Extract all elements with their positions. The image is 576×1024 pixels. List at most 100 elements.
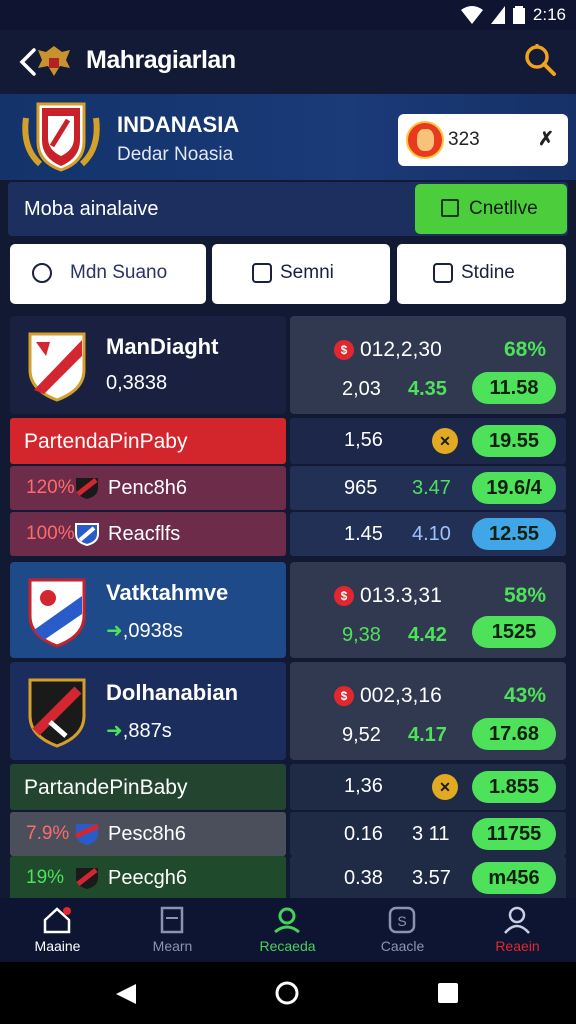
group-section: PartendaPinPaby 1,56 ✕ 19.55 120% Penc8h… bbox=[10, 418, 566, 558]
group-title: PartandePinBaby bbox=[24, 776, 188, 799]
tab-stdine-label: Stdine bbox=[461, 262, 515, 283]
odds-top: $012,2,30 bbox=[334, 338, 442, 362]
search-icon[interactable] bbox=[522, 42, 558, 78]
tab-stdine[interactable]: Stdine bbox=[397, 244, 566, 304]
item-name: Pesc8h6 bbox=[108, 823, 186, 845]
match-row[interactable]: ManDiaght 0,3838 $012,2,30 68% 2,03 4.35… bbox=[10, 316, 566, 414]
odds-row[interactable]: 1,56 ✕ 19.55 bbox=[290, 418, 566, 464]
team-name: INDANASIA bbox=[117, 112, 240, 137]
list-item[interactable]: 100% Reacflfs bbox=[10, 512, 286, 556]
odds-b: 4.35 bbox=[408, 378, 447, 400]
odds-pill[interactable]: 1525 bbox=[472, 616, 556, 648]
item-percent: 7.9% bbox=[26, 823, 70, 844]
currency-icon: $ bbox=[334, 686, 354, 706]
odds-a: 9,38 bbox=[342, 624, 381, 646]
odds-a: 0.16 bbox=[344, 823, 383, 845]
bag-icon bbox=[433, 263, 453, 283]
connect-button-label: Cnetllve bbox=[469, 198, 538, 219]
item-percent: 120% bbox=[26, 477, 75, 498]
nav-home-label: Maaine bbox=[34, 938, 81, 954]
odds-pill: 1.855 bbox=[472, 771, 556, 803]
team-crest-icon bbox=[28, 578, 86, 648]
odds-b: 4.42 bbox=[408, 624, 447, 646]
team-name: ManDiaght bbox=[106, 334, 219, 359]
odds-percent: 68% bbox=[503, 338, 546, 361]
nav-active-label: Recaeda bbox=[259, 938, 316, 954]
nav-profile[interactable]: Reaein bbox=[460, 898, 575, 962]
group-header: PartandePinBaby bbox=[10, 764, 286, 810]
odds-pill[interactable]: 11.58 bbox=[472, 372, 556, 404]
nav-cash[interactable]: S Caacle bbox=[345, 898, 460, 962]
odds-row[interactable]: 0.16 3 11 11755 bbox=[290, 812, 566, 856]
team-card: Dolhanabian ➜,887s bbox=[10, 662, 286, 760]
avatar bbox=[406, 121, 444, 159]
item-percent: 19% bbox=[26, 867, 65, 888]
group-section: PartandePinBaby 1,36 ✕ 1.855 7.9% Pesc8h… bbox=[10, 764, 566, 900]
match-row[interactable]: Dolhanabian ➜,887s $002,3,16 43% 9,52 4.… bbox=[10, 662, 566, 760]
recents-square-icon[interactable] bbox=[438, 983, 458, 1003]
bottom-nav: Maaine Mearn Recaeda S Caacle Reaein bbox=[0, 898, 576, 962]
odds-percent: 43% bbox=[503, 684, 546, 707]
nav-news[interactable]: Mearn bbox=[115, 898, 230, 962]
team-value: 0,3838 bbox=[106, 372, 168, 394]
odds-pill: 19.6/4 bbox=[472, 472, 556, 504]
odds-b: 3.47 bbox=[412, 477, 451, 499]
odds-top: $013.3,31 bbox=[334, 584, 442, 608]
odds-a: 965 bbox=[344, 477, 378, 499]
list-item[interactable]: 7.9% Pesc8h6 bbox=[10, 812, 286, 856]
match-row[interactable]: Vatktahmve ➜,0938s $013.3,31 58% 9,38 4.… bbox=[10, 562, 566, 658]
home-circle-icon[interactable] bbox=[274, 980, 300, 1006]
list-item[interactable]: 120% Penc8h6 bbox=[10, 466, 286, 510]
tab-main[interactable]: Mdn Suano bbox=[10, 244, 206, 304]
cash-icon: S bbox=[388, 906, 416, 934]
nav-cash-label: Caacle bbox=[380, 938, 425, 954]
bag-icon bbox=[252, 263, 272, 283]
odds-pill[interactable]: 17.68 bbox=[472, 718, 556, 750]
odds-panel: $012,2,30 68% 2,03 4.35 11.58 bbox=[290, 316, 566, 414]
signal-icon bbox=[490, 6, 505, 24]
arrow-icon: ➜ bbox=[106, 620, 123, 642]
tab-bar: Mdn Suano Semni Stdine bbox=[10, 244, 566, 304]
team-crest-icon bbox=[22, 102, 100, 172]
odds-row[interactable]: 0.38 3.57 m456 bbox=[290, 856, 566, 900]
odds-top-value: 002,3,16 bbox=[360, 684, 442, 707]
odds-row[interactable]: 965 3.47 19.6/4 bbox=[290, 466, 566, 510]
battery-icon bbox=[512, 6, 525, 24]
odds-a: 0.38 bbox=[344, 867, 383, 889]
team-value-text: ,0938s bbox=[122, 620, 183, 642]
item-name: Peecgh6 bbox=[108, 867, 187, 889]
mobile-label: Moba ainalaive bbox=[24, 198, 159, 220]
team-flag-icon bbox=[75, 523, 99, 546]
odds-pill: 12.55 bbox=[472, 518, 556, 550]
odds-row[interactable]: 1.45 4.10 12.55 bbox=[290, 512, 566, 556]
user-chip[interactable]: 323 ✗ bbox=[398, 114, 568, 166]
odds-top-value: 012,2,30 bbox=[360, 338, 442, 361]
list-item[interactable]: 19% Peecgh6 bbox=[10, 856, 286, 900]
odds-panel: $002,3,16 43% 9,52 4.17 17.68 bbox=[290, 662, 566, 760]
clock: 2:16 bbox=[532, 5, 566, 24]
coin-icon: ✕ bbox=[432, 774, 458, 800]
odds-b: 3.57 bbox=[412, 867, 451, 889]
tab-semni[interactable]: Semni bbox=[212, 244, 390, 304]
odds-top-value: 013.3,31 bbox=[360, 584, 442, 607]
odds-a: 1,36 bbox=[344, 775, 383, 797]
user-value: 323 bbox=[448, 129, 480, 150]
connect-button[interactable]: Cnetllve bbox=[415, 184, 567, 234]
item-name: Reacflfs bbox=[108, 523, 181, 545]
nav-active[interactable]: Recaeda bbox=[230, 898, 345, 962]
item-percent: 100% bbox=[26, 523, 75, 544]
app-bar: Mahragiarlan bbox=[0, 30, 576, 94]
tab-semni-label: Semni bbox=[280, 262, 334, 283]
currency-icon: $ bbox=[334, 340, 354, 360]
odds-pill: m456 bbox=[472, 862, 556, 894]
team-value: ➜,887s bbox=[106, 718, 172, 743]
odds-pill: 11755 bbox=[472, 818, 556, 850]
arrow-icon: ➜ bbox=[106, 720, 123, 742]
nav-home[interactable]: Maaine bbox=[0, 898, 115, 962]
back-triangle-icon[interactable] bbox=[114, 982, 138, 1006]
link-icon: ✗ bbox=[538, 129, 554, 150]
odds-b: 4.17 bbox=[408, 724, 447, 746]
odds-row[interactable]: 1,36 ✕ 1.855 bbox=[290, 764, 566, 810]
nav-news-label: Mearn bbox=[152, 938, 193, 954]
coin-icon: ✕ bbox=[432, 428, 458, 454]
